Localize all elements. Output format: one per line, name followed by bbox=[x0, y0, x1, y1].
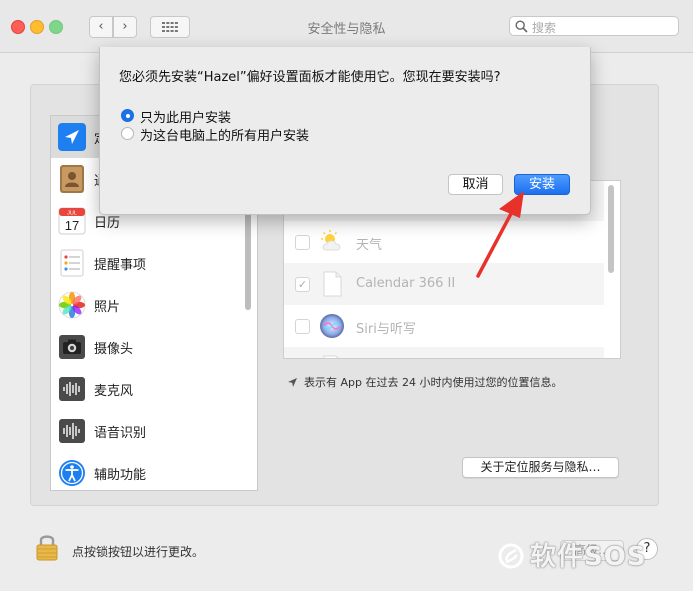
list-item-calendar-366[interactable]: ✓ Calendar 366 II bbox=[284, 263, 604, 305]
siri-checkbox[interactable] bbox=[295, 319, 310, 334]
sidebar-item-microphone[interactable]: 麦克风 bbox=[51, 368, 245, 410]
location-arrow-icon bbox=[58, 123, 86, 151]
search-icon bbox=[515, 20, 528, 33]
sidebar-item-label: 提醒事项 bbox=[94, 258, 147, 273]
sidebar-item-camera[interactable]: 摄像头 bbox=[51, 326, 245, 368]
siri-icon bbox=[320, 314, 344, 338]
option-this-user-radio[interactable] bbox=[121, 109, 134, 122]
preferences-window: ‹ › 安全性与隐私 搜索 定 bbox=[0, 0, 693, 591]
watermark-logo-icon bbox=[498, 543, 524, 569]
location-note-text: 表示有 App 在过去 24 小时内使用过您的位置信息。 bbox=[304, 376, 563, 389]
list-item-weather[interactable]: 天气 bbox=[284, 221, 604, 263]
about-location-services-button[interactable]: 关于定位服务与隐私… bbox=[462, 457, 619, 478]
sidebar-item-speech-recognition[interactable]: 语音识别 bbox=[51, 410, 245, 452]
app-name: Siri与听写 bbox=[356, 322, 416, 337]
contacts-icon bbox=[60, 165, 84, 193]
calendar-day: 17 bbox=[65, 218, 79, 233]
sidebar-item-label: 麦克风 bbox=[94, 384, 134, 399]
annotation-arrow-icon bbox=[476, 191, 524, 278]
option-this-user-label[interactable]: 只为此用户安装 bbox=[140, 107, 231, 126]
title-bar: ‹ › 安全性与隐私 搜索 bbox=[0, 0, 693, 53]
app-list-scrollbar[interactable] bbox=[608, 185, 614, 273]
calendar-icon: JUL 17 bbox=[58, 207, 86, 235]
search-placeholder: 搜索 bbox=[532, 21, 557, 35]
microphone-icon bbox=[59, 377, 85, 401]
location-arrow-icon bbox=[288, 378, 297, 387]
lock-hint: 点按锁按钮以进行更改。 bbox=[72, 545, 205, 559]
lock-icon[interactable] bbox=[35, 533, 59, 561]
sidebar-item-label: 辅助功能 bbox=[94, 468, 147, 483]
document-icon bbox=[323, 271, 342, 297]
sidebar-item-label: 语音识别 bbox=[94, 426, 147, 441]
list-item-partial bbox=[284, 347, 604, 358]
sidebar-item-label: 摄像头 bbox=[94, 342, 134, 357]
camera-icon bbox=[59, 335, 85, 359]
photos-icon bbox=[58, 291, 86, 319]
calendar-month: JUL bbox=[67, 211, 77, 217]
option-all-users-label[interactable]: 为这台电脑上的所有用户安装 bbox=[140, 125, 309, 144]
search-field[interactable]: 搜索 bbox=[509, 16, 679, 36]
weather-icon bbox=[321, 230, 341, 251]
dialog-message: 您必须先安装“Hazel”偏好设置面板才能使用它。您现在要安装吗? bbox=[119, 70, 501, 85]
watermark: 软件SOS bbox=[498, 536, 688, 576]
app-name: 天气 bbox=[356, 238, 383, 253]
watermark-text: 软件SOS bbox=[530, 542, 647, 572]
list-item-siri[interactable]: Siri与听写 bbox=[284, 305, 604, 347]
app-name: Calendar 366 II bbox=[356, 276, 456, 291]
option-all-users-radio[interactable] bbox=[121, 127, 134, 140]
document-icon bbox=[323, 355, 339, 358]
sidebar-item-accessibility[interactable]: 辅助功能 bbox=[51, 452, 245, 490]
weather-checkbox[interactable] bbox=[295, 235, 310, 250]
calendar-366-checkbox[interactable]: ✓ bbox=[295, 277, 310, 292]
accessibility-icon bbox=[59, 460, 85, 486]
sidebar-item-label: 照片 bbox=[94, 300, 121, 315]
location-usage-note: 表示有 App 在过去 24 小时内使用过您的位置信息。 bbox=[287, 374, 562, 390]
sidebar-item-reminders[interactable]: 提醒事项 bbox=[51, 242, 245, 284]
reminders-icon bbox=[60, 249, 84, 277]
speech-recognition-icon bbox=[59, 419, 85, 443]
sidebar-item-photos[interactable]: 照片 bbox=[51, 284, 245, 326]
